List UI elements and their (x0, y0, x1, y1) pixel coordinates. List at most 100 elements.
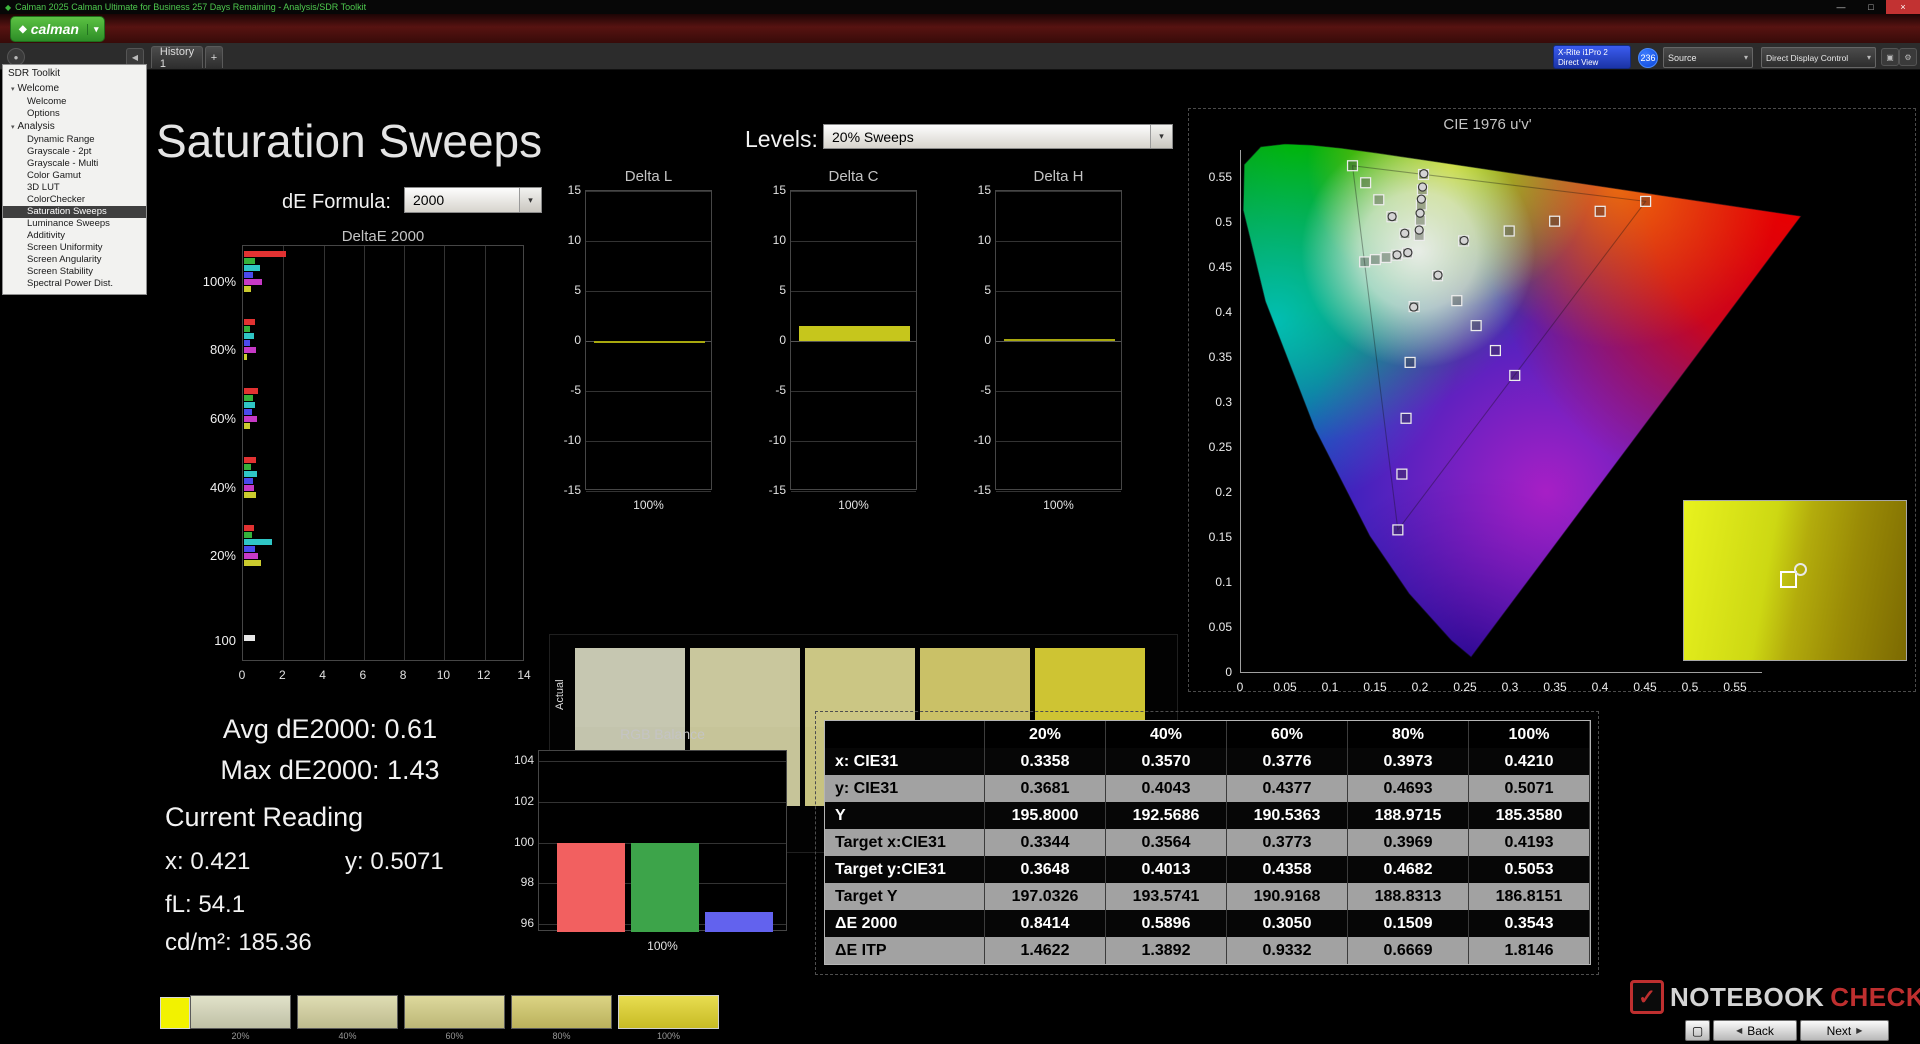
display-control-dropdown[interactable]: Direct Display Control ▾ (1761, 47, 1876, 68)
sidebar-item-3d-lut[interactable]: 3D LUT (3, 182, 146, 194)
de-formula-dropdown[interactable]: 2000 ▾ (404, 187, 542, 213)
patch-strip-label: 20% (231, 1031, 250, 1041)
chevron-down-icon[interactable]: ▾ (1867, 53, 1871, 62)
rgb-balance-title: RGB Balance (620, 726, 705, 742)
display-settings-icon[interactable]: ▣ (1881, 48, 1899, 66)
sidebar-item-additivity[interactable]: Additivity (3, 230, 146, 242)
display-control-value: Direct Display Control (1766, 52, 1849, 63)
cie-x-tick-label: 0.45 (1633, 680, 1657, 694)
y-tick-label: -5 (775, 383, 786, 397)
gridline (586, 391, 711, 392)
patch-strip-swatch-100% (618, 995, 719, 1029)
chevron-down-icon[interactable]: ▾ (519, 188, 541, 212)
table-cell: 0.4210 (1469, 748, 1590, 775)
sidebar-item-colorchecker[interactable]: ColorChecker (3, 194, 146, 206)
table-cell: 0.6669 (1348, 937, 1469, 964)
levels-dropdown[interactable]: 20% Sweeps ▾ (823, 124, 1173, 149)
y-tick-label: 100 (513, 834, 534, 849)
cie-y-tick-label: 0.55 (1208, 170, 1232, 184)
app-icon: ◆ (5, 2, 12, 12)
deltae2000-chart-title: DeltaE 2000 (341, 228, 425, 245)
back-button[interactable]: ◀ Back (1713, 1020, 1797, 1041)
chevron-down-icon[interactable]: ▾ (1150, 125, 1172, 148)
collapse-arrow-icon[interactable]: ▾ (11, 86, 15, 93)
table-cell: 0.4043 (1106, 775, 1227, 802)
gridline (996, 391, 1121, 392)
gridline (539, 761, 786, 763)
y-tick-label: 15 (977, 183, 991, 197)
y-tick-label: -15 (563, 483, 581, 497)
rgb-bar-red (557, 842, 625, 932)
table-cell: 0.1509 (1348, 910, 1469, 937)
tab-history-1[interactable]: History 1 (151, 46, 203, 70)
calman-logo-text: calman (30, 21, 79, 37)
table-row-label: ΔE 2000 (825, 910, 985, 937)
sidebar-item-color-gamut[interactable]: Color Gamut (3, 170, 146, 182)
sidebar-item-dynamic-range[interactable]: Dynamic Range (3, 134, 146, 146)
y-tick-label: 104 (513, 753, 534, 768)
table-cell: 0.3681 (985, 775, 1106, 802)
chevron-down-icon[interactable]: ▾ (86, 23, 98, 35)
source-dropdown[interactable]: Source ▾ (1663, 47, 1753, 68)
cie-y-tick-label: 0.1 (1215, 575, 1232, 589)
meter-button[interactable]: X-Rite i1Pro 2 Direct View (1553, 45, 1631, 69)
sidebar-item-screen-uniformity[interactable]: Screen Uniformity (3, 242, 146, 254)
levels-label: Levels: (745, 126, 818, 152)
patch-strip-swatch-60% (404, 995, 505, 1029)
cie-x-tick-label: 0.15 (1363, 680, 1387, 694)
de-bar (244, 485, 255, 491)
y-tick-label: 5 (984, 283, 991, 297)
sidebar-item-options[interactable]: Options (3, 108, 146, 120)
cie-measured-point (1415, 208, 1425, 218)
cie-target-square (1489, 344, 1501, 357)
calman-window: ◆ Calman 2025 Calman Ultimate for Busine… (0, 0, 1920, 1044)
calman-menu-button[interactable]: ◆ calman ▾ (10, 16, 106, 42)
close-button[interactable]: × (1886, 0, 1920, 14)
collapse-arrow-icon[interactable]: ▾ (11, 124, 15, 131)
sidebar-item-spectral-power-dist[interactable]: Spectral Power Dist. (3, 278, 146, 290)
add-tab-button[interactable]: + (205, 46, 223, 68)
table-row-label: Target x:CIE31 (825, 829, 985, 856)
inset-measured-cursor (1794, 563, 1807, 576)
calman-diamond-icon: ◆ (19, 23, 27, 35)
gridline (996, 341, 1121, 342)
sidebar-item-grayscale-2pt[interactable]: Grayscale - 2pt (3, 146, 146, 158)
table-header-cell: 100% (1469, 721, 1590, 748)
de-bar (244, 347, 257, 353)
cie-target-square (1404, 356, 1416, 368)
layout-button[interactable]: ▢ (1685, 1020, 1710, 1041)
de-bar (244, 388, 259, 394)
de-bar (244, 395, 254, 401)
cie-y-tick-label: 0.35 (1208, 350, 1232, 364)
next-button[interactable]: Next ▶ (1800, 1020, 1889, 1041)
cie-target-square (1373, 194, 1385, 206)
sidebar-group-analysis[interactable]: ▾ Analysis (3, 120, 146, 134)
cie-measured-point (1400, 228, 1410, 238)
cie-x-tick-label: 0.2 (1411, 680, 1429, 694)
cie-target-square (1640, 195, 1652, 207)
levels-dropdown-value: 20% Sweeps (832, 128, 914, 145)
de-bar (244, 471, 258, 477)
y-tick-label: 0 (574, 333, 581, 347)
gear-icon[interactable]: ⚙ (1899, 48, 1917, 66)
table-cell: 188.9715 (1348, 802, 1469, 829)
table-header-cell: 20% (985, 721, 1106, 748)
de-bar (244, 423, 251, 429)
cie-x-tick-label: 0.5 (1681, 680, 1699, 694)
sidebar-item-grayscale-multi[interactable]: Grayscale - Multi (3, 158, 146, 170)
table-row-y: Y 195.8000 192.5686 190.5363 188.9715 185.358… (825, 802, 1590, 829)
sidebar-item-screen-angularity[interactable]: Screen Angularity (3, 254, 146, 266)
sidebar-item-luminance-sweeps[interactable]: Luminance Sweeps (3, 218, 146, 230)
cie-target-square (1359, 256, 1371, 268)
minimize-button[interactable]: — (1826, 0, 1856, 14)
sidebar-item-saturation-sweeps[interactable]: Saturation Sweeps (3, 206, 146, 218)
maximize-button[interactable]: □ (1856, 0, 1886, 14)
chevron-down-icon[interactable]: ▾ (1744, 53, 1748, 62)
sidebar-item-welcome[interactable]: Welcome (3, 96, 146, 108)
rgb-bar-green (631, 842, 699, 932)
delta-c-plot (790, 190, 917, 492)
sidebar-item-screen-stability[interactable]: Screen Stability (3, 266, 146, 278)
sidebar-header: SDR Toolkit (8, 68, 61, 79)
sidebar-group-welcome[interactable]: ▾ Welcome (3, 82, 146, 96)
y-tick-label: 10 (977, 233, 991, 247)
